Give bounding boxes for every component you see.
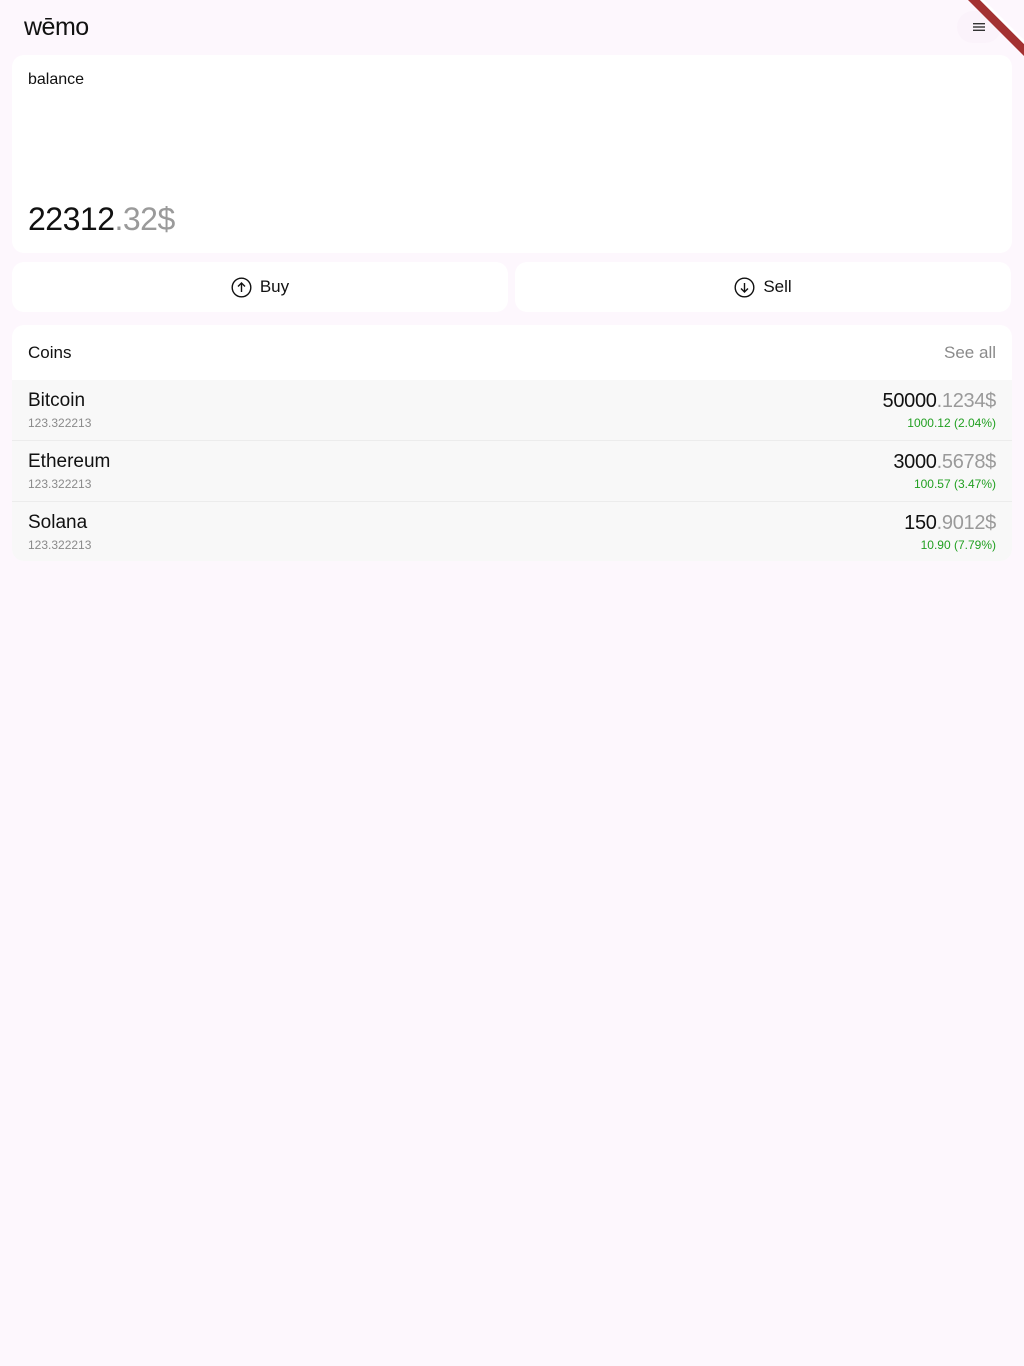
coin-price-integer: 150 [904,512,937,534]
coin-name: Solana [28,512,88,533]
coins-title: Coins [28,343,72,362]
balance-label: balance [28,71,85,88]
coin-amount: 123.322213 [28,416,92,430]
coins-card: Coins See all Bitcoin 123.322213 50000.1… [12,325,1012,561]
buy-button[interactable]: Buy [12,262,508,312]
coin-amount: 123.322213 [28,538,92,552]
arrow-down-circle-icon [734,276,755,298]
coin-name: Ethereum [28,451,111,472]
coin-amount: 123.322213 [28,477,92,491]
coin-change: 1000.12 (2.04%) [907,416,996,430]
see-all-link[interactable]: See all [944,343,996,363]
coin-row-bitcoin[interactable]: Bitcoin 123.322213 50000.1234$ 1000.12 (… [12,380,1012,441]
coin-price-fraction: .9012$ [936,512,997,534]
coin-price-fraction: .1234$ [936,390,997,412]
coin-row-ethereum[interactable]: Ethereum 123.322213 3000.5678$ 100.57 (3… [12,441,1012,502]
coin-price-fraction: .5678$ [936,451,997,473]
coin-row-solana[interactable]: Solana 123.322213 150.9012$ 10.90 (7.79%… [12,502,1012,561]
sell-label: Sell [763,277,792,296]
balance-integer: 22312 [28,201,115,237]
sell-button[interactable]: Sell [515,262,1011,312]
menu-button[interactable] [957,11,1001,43]
coin-change: 100.57 (3.47%) [913,477,996,491]
coin-price: 3000.5678$ [893,451,996,474]
hamburger-menu-icon [973,22,985,32]
arrow-up-circle-icon [231,276,252,298]
balance-card: balance 22312.32$ [12,55,1012,253]
coin-price-integer: 50000 [882,390,937,412]
coin-name: Bitcoin [28,390,86,411]
buy-label: Buy [259,277,290,296]
app-screen: wēmo balance 22312.32$ Buy Sell Coins Se… [0,0,1024,1366]
coin-price: 150.9012$ [904,512,996,535]
wemo-logo: wēmo [24,13,89,41]
coins-header: Coins See all [12,325,1012,380]
balance-fraction: .32$ [114,201,175,237]
balance-amount: 22312.32$ [28,201,175,238]
coin-price-integer: 3000 [893,451,937,473]
coin-change: 10.90 (7.79%) [920,538,996,552]
coin-price: 50000.1234$ [883,390,997,413]
app-header: wēmo [0,0,1024,56]
